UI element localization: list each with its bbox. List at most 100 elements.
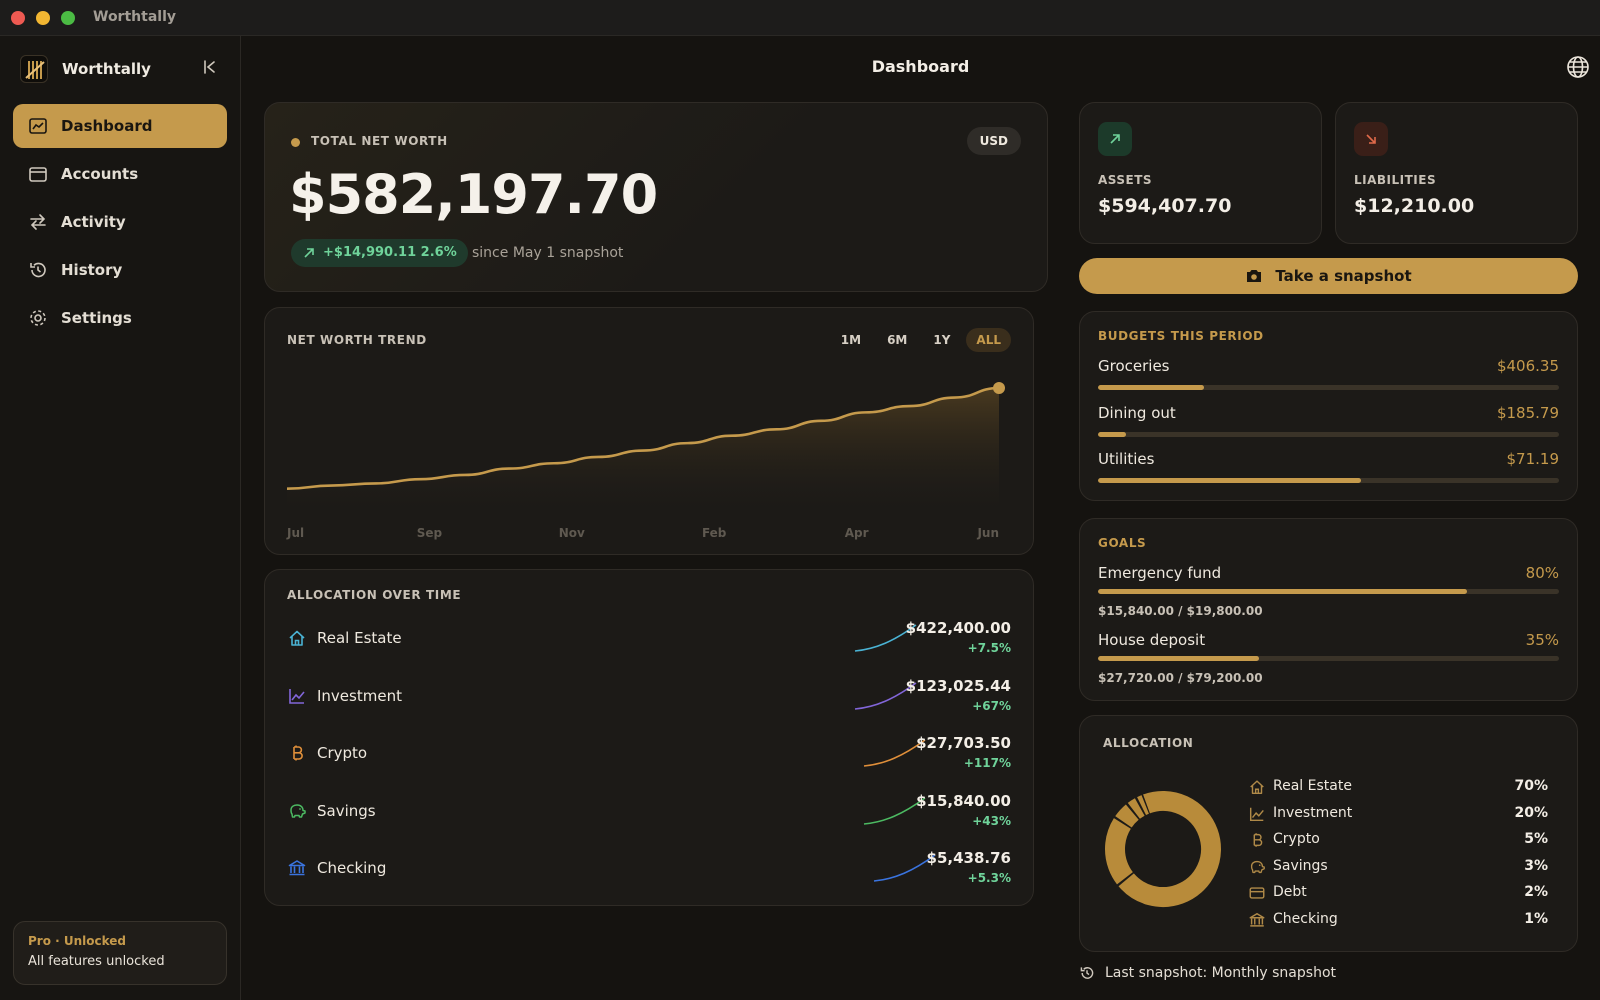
budget-row[interactable]: Groceries $406.35: [1098, 357, 1559, 397]
legend-item: Checking 1%: [1248, 907, 1548, 934]
collapse-sidebar-icon[interactable]: [201, 58, 219, 76]
allocation-row-change: +43%: [972, 813, 1011, 828]
allocation-row-name: Savings: [317, 801, 376, 820]
budget-value: $185.79: [1496, 403, 1559, 422]
allocation-row-name: Investment: [317, 686, 402, 705]
net-worth-change-badge: +$14,990.11 2.6%: [291, 239, 468, 267]
arrow-up-right-icon: [1098, 122, 1132, 156]
allocation-row-name: Real Estate: [317, 629, 402, 647]
allocation-row-change: +67%: [972, 698, 1011, 713]
allocation-row[interactable]: Crypto $27,703.50 +117%: [265, 732, 1033, 776]
history-icon: [28, 260, 48, 280]
goals-caption: GOALS: [1098, 536, 1147, 550]
take-snapshot-button[interactable]: Take a snapshot: [1079, 258, 1578, 294]
budget-progress-fill: [1098, 478, 1361, 483]
sidebar-item-label: Activity: [61, 213, 126, 231]
budget-row[interactable]: Utilities $71.19: [1098, 450, 1559, 490]
budget-progress-bar: [1098, 431, 1559, 437]
bitcoin-icon: [287, 743, 307, 763]
minimize-window-button[interactable]: [36, 11, 50, 25]
allocation-row-change: +5.3%: [967, 871, 1011, 885]
budget-progress-fill: [1098, 385, 1205, 390]
sidebar-item-label: History: [61, 261, 123, 279]
allocation-row-value: $15,840.00: [916, 791, 1011, 810]
page-title: Dashboard: [871, 57, 970, 76]
net-worth-since: since May 1 snapshot: [472, 245, 624, 261]
chart-icon: [28, 116, 48, 136]
maximize-window-button[interactable]: [61, 11, 75, 25]
globe-icon[interactable]: [1566, 55, 1590, 79]
trend-caption: NET WORTH TREND: [287, 333, 427, 347]
pro-status-title: Pro · Unlocked: [28, 934, 127, 948]
budget-name: Dining out: [1098, 403, 1176, 422]
house-icon: [287, 628, 307, 648]
budgets-caption: BUDGETS THIS PERIOD: [1098, 329, 1264, 343]
bank-icon: [287, 858, 307, 878]
net-worth-trend-chart: [287, 382, 1005, 520]
allocation-donut-chart: [1105, 791, 1221, 907]
trend-end-point: [993, 382, 1005, 394]
budget-row[interactable]: Dining out $185.79: [1098, 404, 1559, 444]
brand: Worthtally: [20, 54, 151, 84]
allocation-row[interactable]: Real Estate $422,400.00 +7.5%: [265, 617, 1033, 661]
sidebar-item-settings[interactable]: Settings: [13, 296, 227, 340]
legend-name: Savings: [1273, 857, 1328, 874]
close-window-button[interactable]: [11, 11, 25, 25]
range-6m[interactable]: 6M: [877, 328, 917, 352]
allocation-row[interactable]: Checking $5,438.76 +5.3%: [265, 847, 1033, 891]
legend-item: Savings 3%: [1248, 854, 1548, 881]
trend-x-tick-label: Nov: [558, 526, 585, 540]
sidebar-item-dashboard[interactable]: Dashboard: [13, 104, 227, 148]
budget-progress-bar: [1098, 478, 1559, 483]
legend-item: Real Estate 70%: [1248, 774, 1548, 801]
line-chart-icon: [1248, 805, 1266, 823]
piggy-bank-icon: [287, 801, 307, 821]
history-icon: [1080, 967, 1094, 979]
allocation-row[interactable]: Savings $15,840.00 +43%: [265, 790, 1033, 834]
trend-x-tick-label: Jul: [287, 526, 305, 540]
sidebar-item-activity[interactable]: Activity: [13, 200, 227, 244]
pro-status-card: Pro · Unlocked All features unlocked: [13, 921, 227, 985]
arrows-swap-icon: [28, 212, 48, 232]
allocation-row-value: $5,438.76: [926, 849, 1011, 867]
legend-percent: 3%: [1524, 857, 1548, 874]
budget-value: $71.19: [1506, 450, 1560, 468]
legend-name: Crypto: [1273, 831, 1320, 848]
status-dot: [291, 138, 300, 147]
net-worth-caption: TOTAL NET WORTH: [311, 134, 448, 148]
goal-progress-bar: [1098, 655, 1559, 661]
budget-name: Groceries: [1098, 357, 1170, 375]
sidebar-item-label: Dashboard: [61, 117, 153, 135]
pro-status-subtitle: All features unlocked: [28, 954, 165, 969]
goal-row[interactable]: Emergency fund 80% $15,840.00 / $19,800.00: [1098, 564, 1559, 624]
currency-selector[interactable]: USD: [966, 127, 1021, 155]
allocation-row[interactable]: Investment $123,025.44 +67%: [265, 675, 1033, 719]
arrow-down-right-icon: [1354, 122, 1388, 156]
legend-item: Investment 20%: [1248, 801, 1548, 828]
goal-name: Emergency fund: [1098, 564, 1222, 582]
sidebar-item-accounts[interactable]: Accounts: [13, 152, 227, 196]
range-all[interactable]: ALL: [966, 328, 1011, 352]
sidebar-item-label: Settings: [61, 309, 132, 327]
assets-value: $594,407.70: [1098, 195, 1232, 217]
sidebar-item-label: Accounts: [61, 165, 139, 183]
allocation-over-time-caption: ALLOCATION OVER TIME: [287, 588, 462, 602]
sidebar-nav: Dashboard Accounts Activity History Sett…: [13, 104, 227, 344]
legend-name: Investment: [1273, 804, 1353, 821]
allocation-row-value: $27,703.50: [916, 734, 1011, 752]
liabilities-value: $12,210.00: [1354, 195, 1475, 217]
legend-item: Crypto 5%: [1248, 827, 1548, 854]
card-icon: [1248, 884, 1266, 902]
range-1y[interactable]: 1Y: [923, 328, 960, 352]
allocation-row-value: $123,025.44: [905, 676, 1011, 695]
range-1m[interactable]: 1M: [831, 328, 871, 352]
range-selector: 1M 6M 1Y ALL: [831, 328, 1011, 352]
legend-name: Checking: [1273, 910, 1338, 927]
net-worth-card: TOTAL NET WORTH USD $582,197.70 +$14,990…: [264, 102, 1048, 292]
goal-name: House deposit: [1098, 630, 1206, 649]
sidebar-item-history[interactable]: History: [13, 248, 227, 292]
goal-row[interactable]: House deposit 35% $27,720.00 / $79,200.00: [1098, 631, 1559, 691]
goal-percent: 35%: [1525, 630, 1559, 649]
liabilities-card: LIABILITIES $12,210.00: [1335, 102, 1578, 244]
wallet-icon: [28, 164, 48, 184]
